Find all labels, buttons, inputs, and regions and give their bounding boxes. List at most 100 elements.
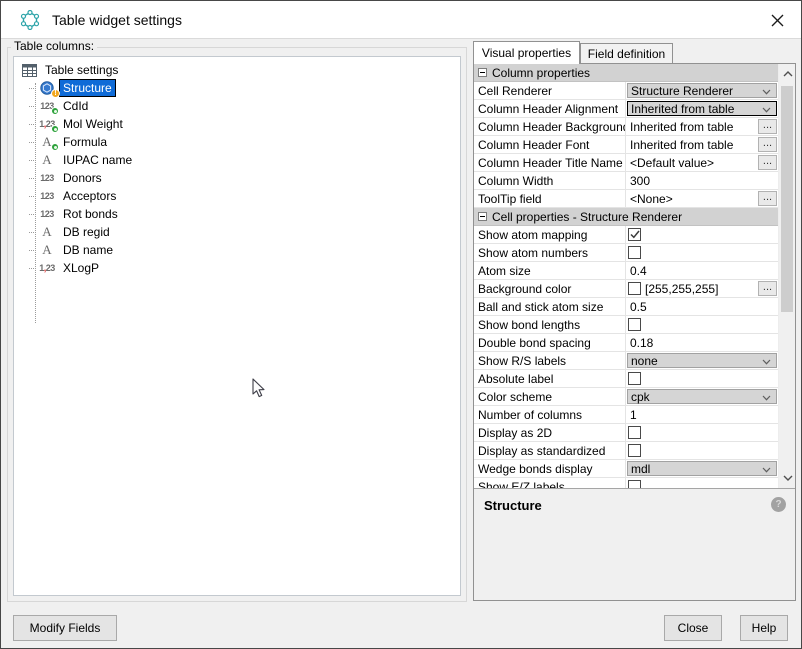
int-field-icon: 123 [37,188,57,204]
description-title: Structure [484,498,542,513]
property-value: 0.18 [626,334,778,352]
property-value: [255,255,255]... [626,280,778,298]
decimal-field-icon: 1,23 [37,260,57,276]
dropdown-wedge-bonds-display[interactable]: mdl [627,461,777,476]
visual-properties-panel: Column propertiesCell RendererStructure … [473,63,796,601]
columns-tree[interactable]: Table settings !Structure123CdId1,23Mol … [13,56,461,596]
property-value: none [626,352,778,370]
tree-item-structure[interactable]: !Structure [14,79,460,97]
value-text[interactable]: 0.18 [626,336,653,350]
tree-item-table-settings[interactable]: Table settings [14,61,460,79]
property-row-column-header-alignment: Column Header AlignmentInherited from ta… [474,100,778,118]
property-label: Wedge bonds display [474,460,626,478]
checkbox-show-atom-numbers[interactable] [628,246,641,259]
text-field-icon: A [37,152,57,168]
tree-item-donors[interactable]: 123Donors [14,169,460,187]
section-header-cell-properties-structure-renderer[interactable]: Cell properties - Structure Renderer [474,208,778,226]
property-row-ball-and-stick-atom-size: Ball and stick atom size0.5 [474,298,778,316]
property-row-background-color: Background color[255,255,255]... [474,280,778,298]
property-label: Column Header Alignment [474,100,626,118]
tree-item-label: Mol Weight [60,116,126,132]
property-label: Column Header Title Name [474,154,626,172]
dropdown-cell-renderer[interactable]: Structure Renderer [627,83,777,98]
collapse-icon[interactable] [478,212,487,221]
ellipsis-button-tooltip-field[interactable]: ... [758,191,777,206]
scroll-down-icon[interactable] [779,470,796,486]
help-button[interactable]: Help [740,615,788,641]
property-row-display-as-2d: Display as 2D [474,424,778,442]
property-row-cell-renderer: Cell RendererStructure Renderer [474,82,778,100]
ellipsis-button-column-header-title-name[interactable]: ... [758,155,777,170]
value-text[interactable]: 1 [626,408,637,422]
value-text[interactable]: 300 [626,174,650,188]
property-row-color-scheme: Color schemecpk [474,388,778,406]
tree-item-cdid[interactable]: 123CdId [14,97,460,115]
checkbox-display-as-standardized[interactable] [628,444,641,457]
ellipsis-button-column-header-font[interactable]: ... [758,137,777,152]
section-header-column-properties[interactable]: Column properties [474,64,778,82]
close-button[interactable]: Close [664,615,722,641]
checkbox-background-color[interactable] [628,282,641,295]
tree-item-iupac-name[interactable]: AIUPAC name [14,151,460,169]
property-grid-scrollbar[interactable] [778,64,795,488]
checkbox-show-bond-lengths[interactable] [628,318,641,331]
tree-item-db-regid[interactable]: ADB regid [14,223,460,241]
property-value: Structure Renderer [626,82,778,100]
tree-branch-line [29,88,36,89]
tree-item-xlogp[interactable]: 1,23XLogP [14,259,460,277]
tree-branch-line [29,232,36,233]
checkbox-show-atom-mapping[interactable] [628,228,641,241]
property-row-atom-size: Atom size0.4 [474,262,778,280]
property-label: Column Width [474,172,626,190]
dropdown-color-scheme[interactable]: cpk [627,389,777,404]
value-text[interactable]: Inherited from table [626,138,733,152]
checkbox-show-e-z-labels[interactable] [628,480,641,488]
tree-item-rot-bonds[interactable]: 123Rot bonds [14,205,460,223]
value-text[interactable]: 0.4 [626,264,647,278]
tab-field-definition[interactable]: Field definition [580,43,673,64]
property-row-tooltip-field: ToolTip field<None>... [474,190,778,208]
property-value: mdl [626,460,778,478]
collapse-icon[interactable] [478,68,487,77]
property-label: Atom size [474,262,626,280]
property-value: <None>... [626,190,778,208]
value-text[interactable]: 0.5 [626,300,647,314]
close-icon[interactable] [768,11,786,29]
dropdown-show-r-s-labels[interactable]: none [627,353,777,368]
property-label: Color scheme [474,388,626,406]
dropdown-column-header-alignment[interactable]: Inherited from table [627,101,777,116]
value-text: [255,255,255] [641,282,718,296]
property-grid: Column propertiesCell RendererStructure … [474,64,778,488]
property-value [626,370,778,388]
scroll-up-icon[interactable] [779,66,796,82]
property-row-show-bond-lengths: Show bond lengths [474,316,778,334]
tree-item-formula[interactable]: AFormula [14,133,460,151]
value-text[interactable]: Inherited from table [626,120,733,134]
property-value: Inherited from table... [626,136,778,154]
tree-item-db-name[interactable]: ADB name [14,241,460,259]
tree-item-label: Table settings [42,62,121,78]
ellipsis-button-column-header-background-co[interactable]: ... [758,119,777,134]
ellipsis-button-background-color[interactable]: ... [758,281,777,296]
tree-branch-line [29,250,36,251]
modify-fields-button[interactable]: Modify Fields [13,615,117,641]
checkbox-display-as-2d[interactable] [628,426,641,439]
section-label: Cell properties - Structure Renderer [492,210,682,224]
text-field-icon: A [37,224,57,240]
value-text[interactable]: <Default value> [626,156,714,170]
property-value [626,244,778,262]
tree-item-mol-weight[interactable]: 1,23Mol Weight [14,115,460,133]
checkbox-absolute-label[interactable] [628,372,641,385]
tree-item-acceptors[interactable]: 123Acceptors [14,187,460,205]
property-value: 0.5 [626,298,778,316]
property-label: Column Header Font [474,136,626,154]
property-value [626,442,778,460]
property-row-column-header-font: Column Header FontInherited from table..… [474,136,778,154]
help-icon[interactable]: ? [771,497,786,512]
key-badge-icon [51,107,59,115]
value-text[interactable]: <None> [626,192,673,206]
property-label: Show R/S labels [474,352,626,370]
tab-visual-properties[interactable]: Visual properties [473,41,580,64]
property-label: Show atom numbers [474,244,626,262]
scrollbar-thumb[interactable] [781,86,793,312]
